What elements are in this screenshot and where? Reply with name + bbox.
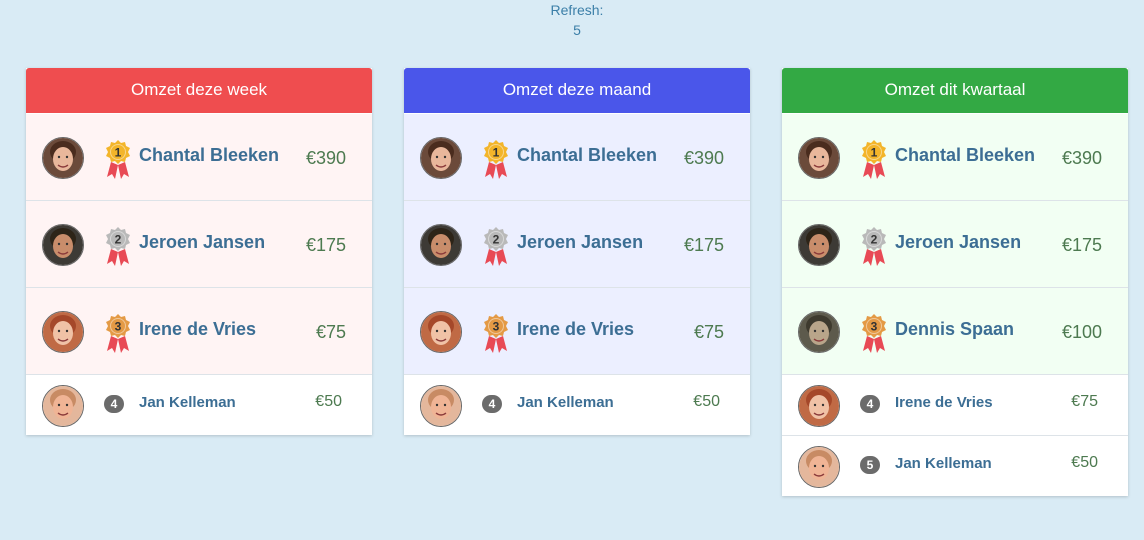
ranking-row: 4 Jan Kelleman €50: [404, 375, 750, 435]
revenue-amount: €50: [1071, 454, 1098, 471]
svg-text:2: 2: [493, 233, 500, 247]
medal-rank-3-icon: 3: [481, 312, 511, 354]
avatar: [42, 224, 84, 266]
panel-title: Omzet deze maand: [404, 68, 750, 113]
medal-rank-2-icon: 2: [859, 225, 889, 267]
rank-badge: 4: [860, 395, 880, 413]
revenue-amount: €75: [693, 322, 724, 342]
svg-text:1: 1: [871, 146, 878, 160]
seller-name: Irene de Vries: [895, 394, 993, 411]
ranking-list: 1 Chantal Bleeken €390 2 Jeroen Jansen €175 3 I…: [26, 114, 372, 435]
seller-name: Chantal Bleeken: [139, 145, 280, 165]
ranking-row: 3 Dennis Spaan €100: [782, 288, 1128, 375]
seller-name: Dennis Spaan: [895, 319, 1015, 339]
ranking-row: 4 Irene de Vries €75: [782, 375, 1128, 436]
avatar: [420, 224, 462, 266]
revenue-amount: €175: [1061, 235, 1102, 255]
avatar: [798, 137, 840, 179]
revenue-amount: €175: [305, 235, 346, 255]
avatar: [42, 385, 84, 427]
ranking-row: 3 Irene de Vries €75: [26, 288, 372, 375]
rank-badge: 5: [860, 456, 880, 474]
avatar: [420, 311, 462, 353]
refresh-label: Refresh:: [550, 2, 604, 18]
seller-name: Irene de Vries: [517, 319, 635, 339]
revenue-amount: €175: [683, 235, 724, 255]
seller-name: Jeroen Jansen: [895, 232, 1022, 252]
revenue-amount: €390: [305, 148, 346, 168]
seller-name: Jan Kelleman: [139, 394, 236, 411]
svg-text:2: 2: [871, 233, 878, 247]
avatar: [798, 446, 840, 488]
refresh-value: 5: [573, 22, 581, 38]
rank-badge: 4: [104, 395, 124, 413]
ranking-row: 2 Jeroen Jansen €175: [782, 201, 1128, 288]
seller-name: Jan Kelleman: [517, 394, 614, 411]
medal-rank-3-icon: 3: [103, 312, 133, 354]
avatar: [42, 137, 84, 179]
avatar: [420, 385, 462, 427]
leaderboard-panel: Omzet deze week 1 Chantal Bleeken €390 2 Jero…: [26, 68, 372, 435]
medal-rank-2-icon: 2: [103, 225, 133, 267]
seller-name: Chantal Bleeken: [517, 145, 658, 165]
refresh-indicator: Refresh: 5: [0, 0, 1144, 40]
ranking-list: 1 Chantal Bleeken €390 2 Jeroen Jansen €175 3 D…: [782, 114, 1128, 496]
ranking-list: 1 Chantal Bleeken €390 2 Jeroen Jansen €175 3 I…: [404, 114, 750, 435]
seller-name: Jeroen Jansen: [517, 232, 644, 252]
revenue-amount: €390: [1061, 148, 1102, 168]
avatar: [420, 137, 462, 179]
revenue-amount: €75: [315, 322, 346, 342]
avatar: [798, 224, 840, 266]
ranking-row: 5 Jan Kelleman €50: [782, 436, 1128, 496]
avatar: [798, 385, 840, 427]
svg-text:3: 3: [115, 320, 122, 334]
leaderboard-panel: Omzet deze maand 1 Chantal Bleeken €390 2 Jer…: [404, 68, 750, 435]
revenue-amount: €100: [1061, 322, 1102, 342]
medal-rank-1-icon: 1: [859, 138, 889, 180]
svg-text:3: 3: [493, 320, 500, 334]
ranking-row: 1 Chantal Bleeken €390: [782, 114, 1128, 201]
ranking-row: 2 Jeroen Jansen €175: [26, 201, 372, 288]
panel-title: Omzet deze week: [26, 68, 372, 113]
seller-name: Irene de Vries: [139, 319, 257, 339]
leaderboard-panel: Omzet dit kwartaal 1 Chantal Bleeken €390 2 J…: [782, 68, 1128, 496]
medal-rank-2-icon: 2: [481, 225, 511, 267]
avatar: [42, 311, 84, 353]
avatar: [798, 311, 840, 353]
svg-text:3: 3: [871, 320, 878, 334]
svg-text:1: 1: [493, 146, 500, 160]
ranking-row: 3 Irene de Vries €75: [404, 288, 750, 375]
seller-name: Chantal Bleeken: [895, 145, 1036, 165]
medal-rank-1-icon: 1: [481, 138, 511, 180]
svg-text:1: 1: [115, 146, 122, 160]
revenue-amount: €75: [1071, 393, 1098, 410]
ranking-row: 2 Jeroen Jansen €175: [404, 201, 750, 288]
seller-name: Jan Kelleman: [895, 455, 992, 472]
medal-rank-1-icon: 1: [103, 138, 133, 180]
rank-badge: 4: [482, 395, 502, 413]
ranking-row: 1 Chantal Bleeken €390: [404, 114, 750, 201]
svg-text:2: 2: [115, 233, 122, 247]
seller-name: Jeroen Jansen: [139, 232, 266, 252]
ranking-row: 4 Jan Kelleman €50: [26, 375, 372, 435]
revenue-amount: €390: [683, 148, 724, 168]
ranking-row: 1 Chantal Bleeken €390: [26, 114, 372, 201]
revenue-amount: €50: [693, 393, 720, 410]
panel-title: Omzet dit kwartaal: [782, 68, 1128, 113]
medal-rank-3-icon: 3: [859, 312, 889, 354]
revenue-amount: €50: [315, 393, 342, 410]
